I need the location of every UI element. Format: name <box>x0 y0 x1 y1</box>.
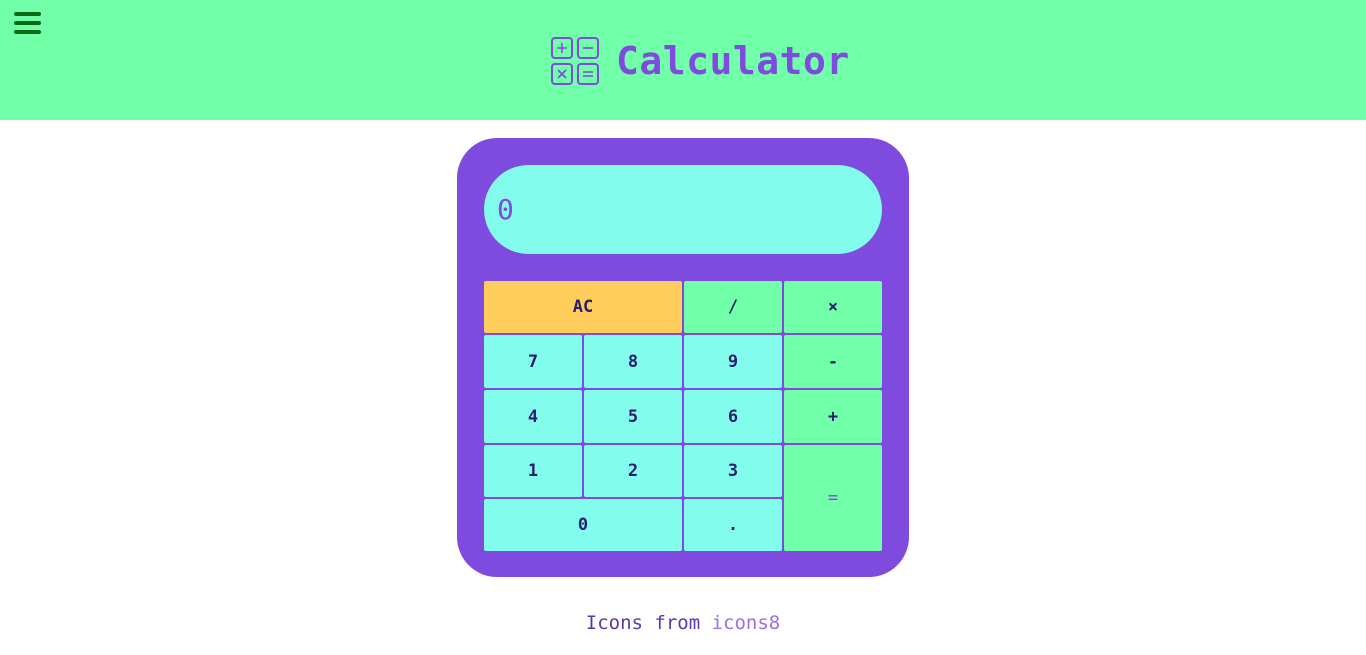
calculator-body: 0 AC / × 7 8 9 - 4 5 6 + 1 2 3 = 0 . <box>457 138 909 577</box>
icons8-link[interactable]: icons8 <box>712 612 781 634</box>
multiply-button[interactable]: × <box>784 281 882 333</box>
menu-bar <box>14 12 41 16</box>
page-title: Calculator <box>616 39 850 83</box>
digit-4-button[interactable]: 4 <box>484 390 582 443</box>
digit-6-button[interactable]: 6 <box>684 390 782 443</box>
digit-3-button[interactable]: 3 <box>684 445 782 497</box>
menu-bar <box>14 21 41 25</box>
clear-button[interactable]: AC <box>484 281 682 333</box>
footer-credit: Icons from icons8 <box>0 612 1366 634</box>
digit-5-button[interactable]: 5 <box>584 390 682 443</box>
footer-text: Icons from <box>585 612 701 634</box>
digit-1-button[interactable]: 1 <box>484 445 582 497</box>
calculator-icon <box>551 37 599 85</box>
digit-8-button[interactable]: 8 <box>584 335 682 388</box>
calculator-display: 0 <box>484 165 882 254</box>
hamburger-menu-icon[interactable] <box>14 12 41 34</box>
brand: Calculator <box>550 36 850 86</box>
digit-2-button[interactable]: 2 <box>584 445 682 497</box>
app-header: Calculator <box>0 0 1366 120</box>
digit-9-button[interactable]: 9 <box>684 335 782 388</box>
keypad: AC / × 7 8 9 - 4 5 6 + 1 2 3 = 0 . <box>484 281 882 551</box>
digit-0-button[interactable]: 0 <box>484 499 682 551</box>
digit-7-button[interactable]: 7 <box>484 335 582 388</box>
equals-button[interactable]: = <box>784 445 882 551</box>
menu-bar <box>14 30 41 34</box>
divide-button[interactable]: / <box>684 281 782 333</box>
add-button[interactable]: + <box>784 390 882 443</box>
subtract-button[interactable]: - <box>784 335 882 388</box>
decimal-button[interactable]: . <box>684 499 782 551</box>
